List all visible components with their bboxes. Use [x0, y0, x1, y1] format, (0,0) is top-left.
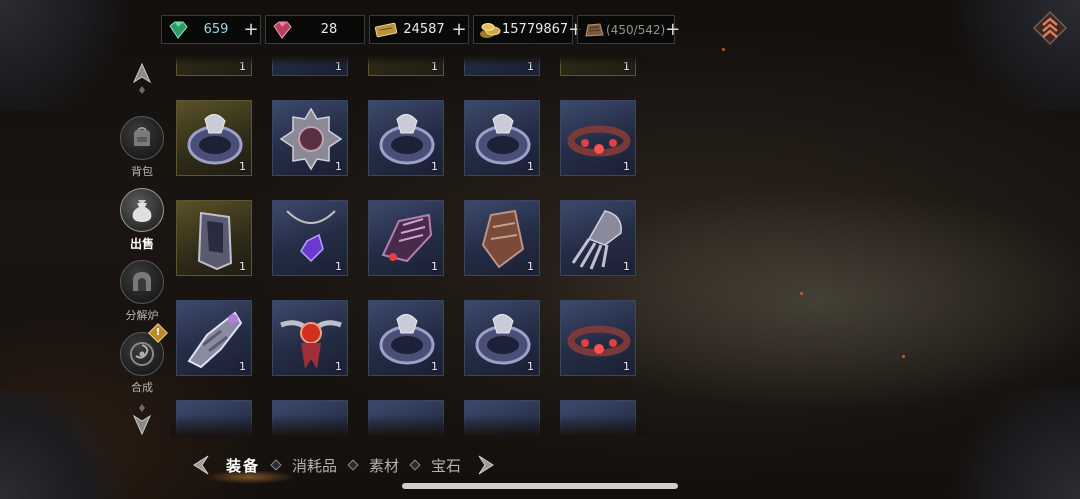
grid-fade [170, 415, 650, 437]
ember-particle [800, 292, 803, 295]
ticket-currency: 24587 + [369, 15, 469, 44]
tab-consumables[interactable]: 消耗品 [280, 455, 349, 476]
inventory-slot[interactable]: 1 [176, 100, 252, 176]
inventory-slot[interactable]: 1 [368, 200, 444, 276]
material-value: (450/542) [606, 22, 666, 37]
nav-bag-circle [120, 116, 164, 160]
add-material-button[interactable]: + [665, 20, 680, 39]
ticket-value: 24587 [403, 22, 445, 37]
inventory-slot[interactable]: 1 [560, 100, 636, 176]
prev-tab-arrow-icon[interactable] [188, 452, 214, 478]
nav-bag[interactable]: 背包 [116, 116, 168, 179]
emerald-currency: 659 + [161, 15, 261, 44]
item-quantity: 1 [623, 260, 630, 273]
inventory-slot[interactable]: 1 [272, 100, 348, 176]
nav-synth[interactable]: ! 合成 [116, 323, 168, 395]
item-quantity: 1 [239, 160, 246, 173]
scroll-up-arrow-icon[interactable] [130, 62, 154, 96]
furnace-icon [133, 272, 151, 291]
nav-sell[interactable]: 出售 [116, 188, 168, 252]
gold-ticket-icon [374, 22, 398, 37]
ruby-value: 28 [320, 22, 338, 37]
nav-sell-circle [120, 188, 164, 232]
material-pouch-icon [585, 22, 604, 37]
inventory-slot[interactable]: 1 [272, 300, 348, 376]
home-indicator[interactable] [402, 483, 678, 489]
nav-sell-label: 出售 [129, 237, 154, 251]
grid-fade [170, 56, 650, 66]
item-quantity: 1 [623, 160, 630, 173]
item-quantity: 1 [527, 160, 534, 173]
money-bag-icon [132, 200, 152, 222]
inventory-slot[interactable]: 1 [560, 300, 636, 376]
item-quantity: 1 [431, 260, 438, 273]
backpack-icon [134, 127, 150, 146]
currency-bar: 659 + 28 24587 + 15779867 + (450/542) + [161, 15, 680, 44]
inventory-slot[interactable]: 1 [272, 200, 348, 276]
item-quantity: 1 [527, 260, 534, 273]
ruby-gem-icon [273, 21, 292, 39]
scroll-down-arrow-icon[interactable] [130, 402, 154, 436]
emerald-gem-icon [169, 21, 188, 39]
nav-bag-label: 背包 [131, 165, 153, 178]
tab-equipment[interactable]: 装备 [214, 455, 272, 476]
nav-decompose-circle [120, 260, 164, 304]
inventory-slot[interactable]: 1 [464, 200, 540, 276]
inventory-slot[interactable]: 1 [368, 300, 444, 376]
inventory-slot[interactable]: 1 [176, 200, 252, 276]
ember-particle [722, 48, 725, 51]
inventory-slot[interactable]: 1 [368, 100, 444, 176]
menu-button[interactable] [1032, 10, 1068, 46]
inventory-slot[interactable]: 1 [464, 100, 540, 176]
frame-ornament [0, 0, 150, 110]
emerald-value: 659 [203, 22, 229, 37]
category-tabs: 装备 消耗品 素材 宝石 [188, 450, 499, 480]
ember-particle [902, 355, 905, 358]
item-quantity: 1 [431, 160, 438, 173]
alert-badge-text: ! [155, 327, 161, 338]
next-tab-arrow-icon[interactable] [473, 452, 499, 478]
item-quantity: 1 [239, 360, 246, 373]
add-emerald-button[interactable]: + [242, 20, 260, 39]
nav-decompose[interactable]: 分解炉 [116, 260, 168, 323]
ruby-currency: 28 [265, 15, 365, 44]
gold-currency: 15779867 + [473, 15, 583, 44]
item-quantity: 1 [335, 360, 342, 373]
swirl-icon [130, 342, 154, 366]
item-quantity: 1 [335, 260, 342, 273]
add-ticket-button[interactable]: + [450, 20, 468, 39]
frame-ornament [0, 389, 150, 499]
gold-coins-icon [480, 22, 501, 38]
item-quantity: 1 [527, 360, 534, 373]
item-quantity: 1 [431, 360, 438, 373]
tab-gems[interactable]: 宝石 [419, 455, 473, 476]
item-quantity: 1 [239, 260, 246, 273]
item-quantity: 1 [335, 160, 342, 173]
nav-synth-label: 合成 [131, 381, 153, 394]
material-capacity: (450/542) + [577, 15, 680, 44]
inventory-slot[interactable]: 1 [176, 300, 252, 376]
item-quantity: 1 [623, 360, 630, 373]
inventory-grid: 11111111111111111111 [170, 56, 650, 436]
frame-ornament [930, 389, 1080, 499]
tab-materials[interactable]: 素材 [357, 455, 411, 476]
nav-decompose-label: 分解炉 [125, 309, 159, 322]
inventory-slot[interactable]: 1 [464, 300, 540, 376]
gold-value: 15779867 [502, 22, 569, 37]
inventory-slot[interactable]: 1 [560, 200, 636, 276]
